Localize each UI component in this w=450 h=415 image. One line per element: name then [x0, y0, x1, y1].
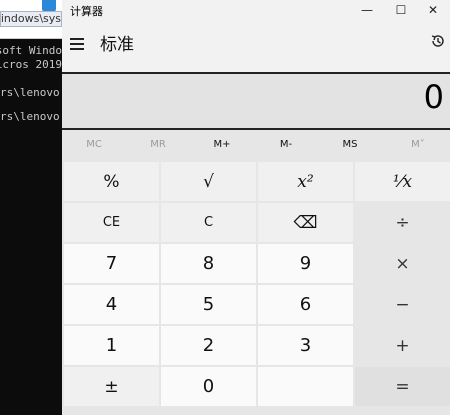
digit-2-button[interactable]: 2	[161, 326, 256, 365]
keypad: % √ x² ¹⁄x CE C ⌫ ÷ 7 8 9 × 4 5 6 − 1 2 …	[62, 160, 450, 415]
square-button[interactable]: x²	[258, 162, 353, 201]
digit-3-button[interactable]: 3	[258, 326, 353, 365]
mode-title: 标准	[100, 35, 134, 55]
display-value: 0	[423, 78, 444, 116]
minus-button[interactable]: −	[355, 285, 450, 324]
calculator-window: 计算器 — ☐ ✕ 标准 0 MC MR M+ M- MS M˅ % √ x² …	[62, 0, 450, 415]
digit-9-button[interactable]: 9	[258, 244, 353, 283]
digit-7-button[interactable]: 7	[64, 244, 159, 283]
memory-recall-button[interactable]: MR	[126, 130, 190, 160]
memory-subtract-button[interactable]: M-	[254, 130, 318, 160]
backspace-icon: ⌫	[293, 212, 318, 233]
close-button[interactable]: ✕	[416, 0, 450, 22]
clear-button[interactable]: C	[161, 203, 256, 242]
minimize-button[interactable]: —	[350, 0, 384, 22]
terminal-line: 2019 Micros	[0, 58, 62, 71]
background-terminal-window[interactable]: C:\Windows\sys osoft Windo 2019 Micros r…	[0, 0, 62, 415]
memory-store-button[interactable]: MS	[318, 130, 382, 160]
terminal-line: osoft Windo	[0, 44, 62, 57]
negate-button[interactable]: ±	[64, 367, 159, 406]
history-icon[interactable]	[430, 33, 446, 49]
divide-button[interactable]: ÷	[355, 203, 450, 242]
multiply-button[interactable]: ×	[355, 244, 450, 283]
digit-8-button[interactable]: 8	[161, 244, 256, 283]
digit-4-button[interactable]: 4	[64, 285, 159, 324]
clear-entry-button[interactable]: CE	[64, 203, 159, 242]
memory-add-button[interactable]: M+	[190, 130, 254, 160]
digit-6-button[interactable]: 6	[258, 285, 353, 324]
result-display: 0	[62, 72, 450, 130]
memory-list-button[interactable]: M˅	[386, 130, 450, 160]
digit-5-button[interactable]: 5	[161, 285, 256, 324]
background-terminal-title: C:\Windows\sys	[0, 11, 62, 27]
background-terminal-titlebar[interactable]: C:\Windows\sys	[0, 0, 62, 39]
terminal-line: rs\lenovo	[0, 110, 60, 123]
terminal-line: rs\lenovo	[0, 86, 60, 99]
maximize-button[interactable]: ☐	[384, 0, 418, 22]
hamburger-menu-icon[interactable]	[70, 38, 84, 50]
square-root-button[interactable]: √	[161, 162, 256, 201]
memory-clear-button[interactable]: MC	[62, 130, 126, 160]
calculator-titlebar[interactable]: 计算器 — ☐ ✕	[62, 0, 450, 22]
equals-button[interactable]: =	[355, 367, 450, 406]
decimal-button[interactable]	[258, 367, 353, 406]
percent-button[interactable]: %	[64, 162, 159, 201]
app-title: 计算器	[70, 5, 103, 18]
reciprocal-button[interactable]: ¹⁄x	[355, 162, 450, 201]
backspace-button[interactable]: ⌫	[258, 203, 353, 242]
calculator-header: 标准	[62, 22, 450, 72]
memory-row: MC MR M+ M- MS M˅	[62, 130, 450, 160]
digit-0-button[interactable]: 0	[161, 367, 256, 406]
digit-1-button[interactable]: 1	[64, 326, 159, 365]
plus-button[interactable]: +	[355, 326, 450, 365]
